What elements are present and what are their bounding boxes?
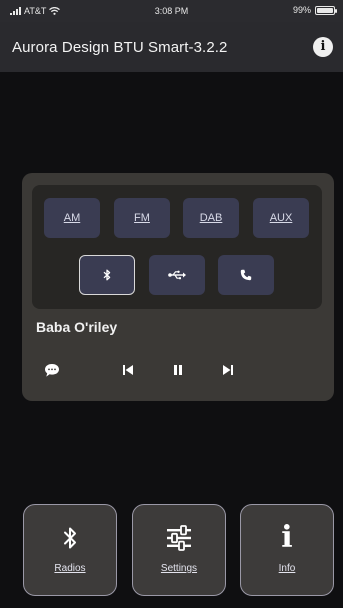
pause-button[interactable] — [168, 360, 188, 380]
phone-icon — [240, 269, 252, 281]
app-title: Aurora Design BTU Smart-3.2.2 — [12, 39, 228, 56]
app-header: Aurora Design BTU Smart-3.2.2 i — [0, 22, 343, 72]
radios-label: Radios — [54, 563, 86, 574]
input-button-usb[interactable] — [149, 255, 205, 295]
input-button-bluetooth[interactable] — [79, 255, 135, 295]
bluetooth-icon — [103, 269, 111, 281]
next-icon — [223, 365, 233, 375]
player-card: AM FM DAB AUX Baba O'riley — [22, 173, 334, 401]
battery-percent: 99% — [292, 5, 311, 15]
battery-status: 99% — [292, 5, 337, 15]
info-label: Info — [278, 563, 296, 574]
info-circle-icon[interactable]: i — [313, 37, 333, 57]
radios-button[interactable]: Radios — [23, 504, 117, 596]
info-button[interactable]: i Info — [240, 504, 334, 596]
sliders-icon — [167, 525, 191, 551]
status-time: 3:08 PM — [154, 6, 189, 16]
next-button[interactable] — [218, 360, 238, 380]
source-button-fm[interactable]: FM — [114, 198, 170, 238]
track-title: Baba O'riley — [36, 319, 118, 335]
source-button-am[interactable]: AM — [44, 198, 100, 238]
settings-label: Settings — [160, 563, 198, 574]
info-icon: i — [281, 520, 293, 555]
bluetooth-icon — [64, 527, 76, 549]
message-button[interactable] — [42, 360, 62, 380]
source-panel: AM FM DAB AUX — [32, 185, 322, 309]
previous-icon — [123, 365, 133, 375]
previous-button[interactable] — [118, 360, 138, 380]
settings-button[interactable]: Settings — [132, 504, 226, 596]
pause-icon — [174, 365, 182, 375]
source-button-aux[interactable]: AUX — [253, 198, 309, 238]
source-button-dab[interactable]: DAB — [183, 198, 239, 238]
status-bar: AT&T 3:08 PM 99% — [0, 0, 343, 22]
usb-icon — [168, 270, 186, 280]
message-icon — [45, 363, 59, 377]
battery-icon — [315, 5, 337, 15]
input-button-phone[interactable] — [218, 255, 274, 295]
